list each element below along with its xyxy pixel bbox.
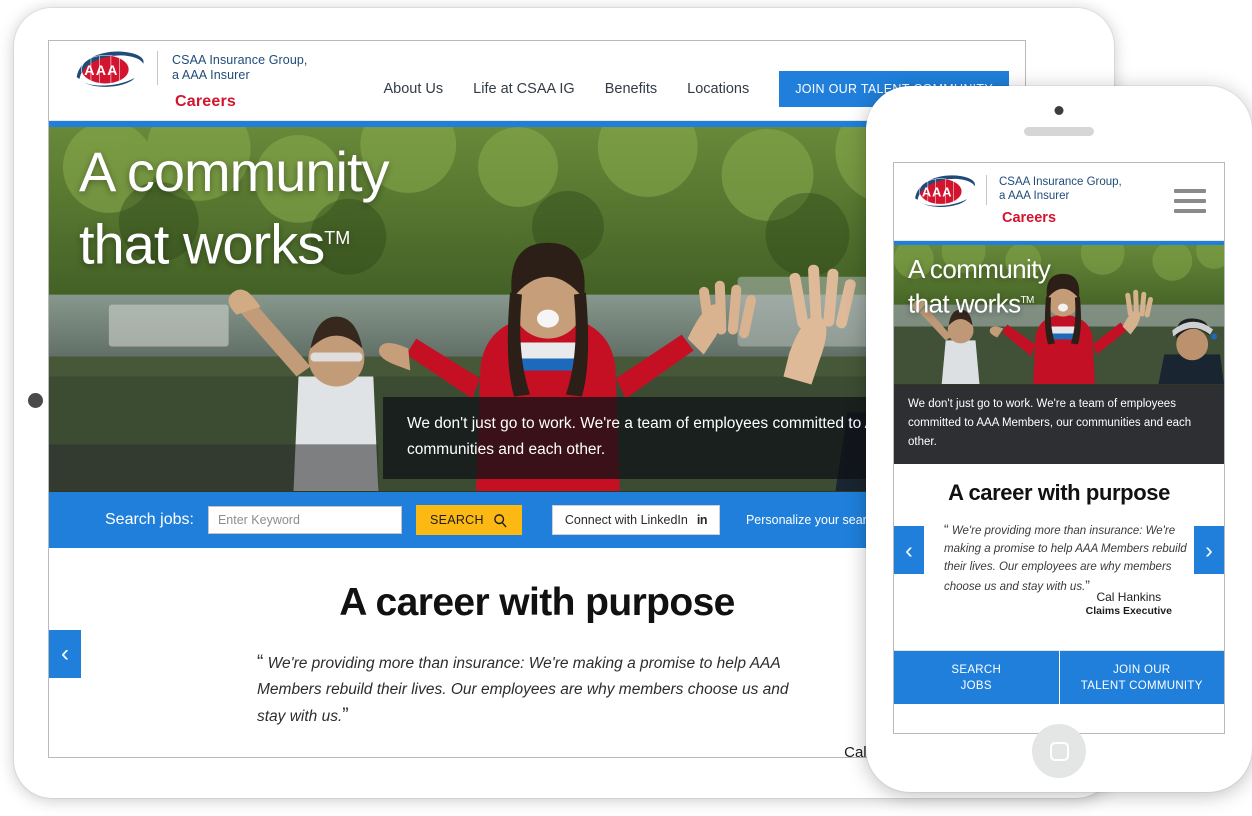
phone-camera-icon xyxy=(1054,106,1064,115)
trademark-symbol: TM xyxy=(1020,295,1035,306)
mobile-brand-divider xyxy=(986,175,987,205)
screenshot-stage: AAA CSAA Insurance Group, a AAA Insurer … xyxy=(0,0,1252,816)
nav-item-about-us[interactable]: About Us xyxy=(384,81,444,97)
mobile-quote-author-title: Claims Executive xyxy=(1085,605,1172,617)
mobile-join-talent-community-button[interactable]: JOIN OUR TALENT COMMUNITY xyxy=(1058,651,1224,704)
aaa-logo-icon: AAA xyxy=(76,51,144,87)
linkedin-icon: in xyxy=(696,513,708,527)
brand-company-name: CSAA Insurance Group, a AAA Insurer xyxy=(172,47,308,83)
linkedin-button-label: Connect with LinkedIn xyxy=(564,513,688,527)
nav-item-life-at-csaa-ig[interactable]: Life at CSAA IG xyxy=(473,81,575,97)
mobile-hero: A community that worksTM xyxy=(894,245,1224,385)
mobile-hero-headline-line-1: A community xyxy=(908,254,1051,284)
mobile-brand-company-line-2: a AAA Insurer xyxy=(999,190,1070,202)
svg-text:A: A xyxy=(84,63,94,79)
mobile-search-jobs-button[interactable]: SEARCH JOBS xyxy=(894,651,1059,704)
open-quote-mark: “ xyxy=(944,521,949,537)
search-submit-button[interactable]: SEARCH xyxy=(415,505,522,535)
connect-with-linkedin-button[interactable]: Connect with LinkedIn in xyxy=(551,505,720,535)
carousel-prev-button[interactable]: ‹ xyxy=(49,630,81,678)
mobile-hero-caption: We don't just go to work. We're a team o… xyxy=(894,385,1224,464)
nav-item-benefits[interactable]: Benefits xyxy=(605,81,657,97)
mobile-brand-lockup[interactable]: AAA CSAA Insurance Group, a AAA Insurer xyxy=(910,171,1122,211)
aaa-logo-icon: AAA xyxy=(915,175,975,207)
svg-text:A: A xyxy=(96,63,106,79)
svg-text:A: A xyxy=(922,185,931,200)
trademark-symbol: TM xyxy=(324,228,351,248)
mobile-brand-company-name: CSAA Insurance Group, a AAA Insurer xyxy=(999,171,1122,203)
phone-home-button[interactable] xyxy=(1032,724,1086,778)
phone-screen: AAA CSAA Insurance Group, a AAA Insurer … xyxy=(893,162,1225,734)
mobile-site-header: AAA CSAA Insurance Group, a AAA Insurer … xyxy=(894,163,1224,241)
hero-headline-line-1: A community xyxy=(79,140,390,203)
nav-item-locations[interactable]: Locations xyxy=(687,81,749,97)
brand-divider xyxy=(157,51,158,85)
hero-headline: A community that worksTM xyxy=(79,139,390,278)
mobile-join-talent-line-2: TALENT COMMUNITY xyxy=(1080,679,1203,692)
mobile-quote-author-name: Cal Hankins xyxy=(1096,590,1162,604)
search-button-label: SEARCH xyxy=(429,513,484,527)
mobile-quote-carousel: A career with purpose “ We're providing … xyxy=(894,464,1224,650)
quote-text: We're providing more than insurance: We'… xyxy=(257,655,789,725)
mobile-careers-section-label[interactable]: Careers xyxy=(1002,210,1056,226)
svg-text:A: A xyxy=(107,63,117,79)
mobile-search-jobs-line-1: SEARCH xyxy=(951,663,1002,676)
brand-company-line-1: CSAA Insurance Group, xyxy=(172,53,308,67)
mobile-carousel-prev-button[interactable]: ‹ xyxy=(894,526,924,574)
tablet-home-button[interactable] xyxy=(28,393,43,408)
mobile-cta-row: SEARCH JOBS JOIN OUR TALENT COMMUNITY xyxy=(894,650,1224,704)
mobile-quote-attribution: Cal Hankins Claims Executive xyxy=(1086,590,1172,617)
brand-lockup[interactable]: AAA CSAA Insurance Group, a AAA Insurer xyxy=(71,47,308,91)
careers-section-label[interactable]: Careers xyxy=(175,93,236,111)
svg-text:A: A xyxy=(932,185,941,200)
svg-text:A: A xyxy=(942,185,951,200)
mobile-quote-text: We're providing more than insurance: We'… xyxy=(944,525,1187,593)
phone-device-frame: AAA CSAA Insurance Group, a AAA Insurer … xyxy=(866,86,1252,792)
mobile-quote-text-block: “ We're providing more than insurance: W… xyxy=(944,520,1198,596)
mobile-quote-section-heading: A career with purpose xyxy=(948,480,1170,505)
close-quote-mark: ” xyxy=(342,705,349,726)
hero-headline-line-2: that worksTM xyxy=(79,205,389,278)
phone-speaker-grill xyxy=(1024,127,1094,136)
mobile-hero-headline: A community that worksTM xyxy=(908,253,1051,320)
search-keyword-input[interactable] xyxy=(207,506,402,534)
brand-company-line-2: a AAA Insurer xyxy=(172,68,250,82)
mobile-brand-company-line-1: CSAA Insurance Group, xyxy=(999,176,1122,188)
mobile-hero-headline-line-2: that worksTM xyxy=(908,285,1050,320)
quote-text-block: “ We're providing more than insurance: W… xyxy=(257,650,817,730)
phone-home-square-icon xyxy=(1049,741,1069,761)
mobile-search-jobs-line-2: JOBS xyxy=(960,679,992,692)
mobile-hero-headline-line-2-text: that works xyxy=(908,288,1021,319)
mobile-join-talent-line-1: JOIN OUR xyxy=(1113,663,1171,676)
mobile-carousel-next-button[interactable]: › xyxy=(1194,526,1224,574)
open-quote-mark: “ xyxy=(257,652,264,673)
hero-headline-line-2-text: that works xyxy=(79,212,325,276)
magnifier-icon xyxy=(494,513,507,528)
hamburger-menu-icon[interactable] xyxy=(1174,189,1206,213)
search-jobs-label: Search jobs: xyxy=(105,511,194,528)
